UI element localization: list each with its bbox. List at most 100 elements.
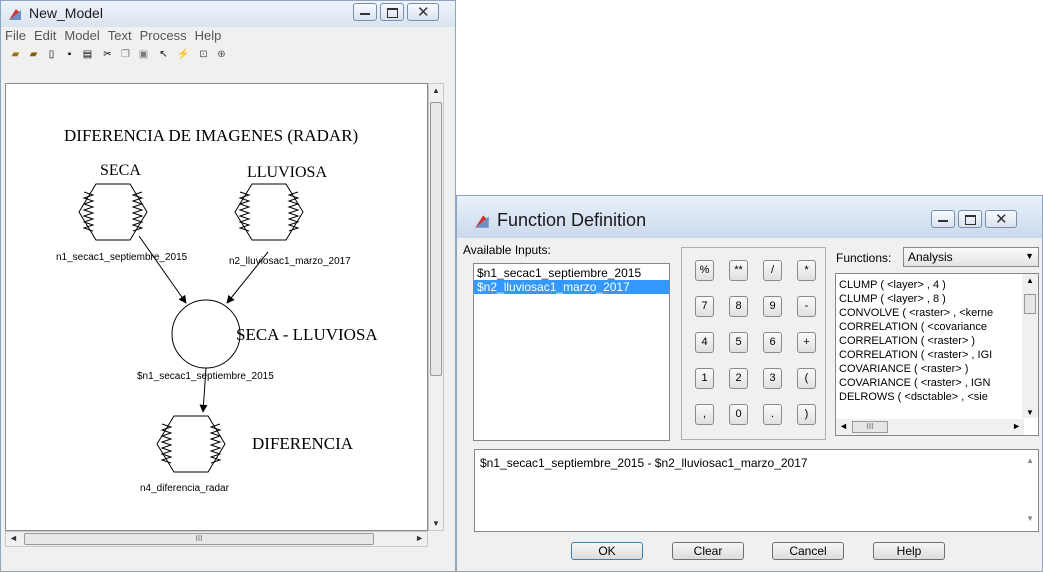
key-0[interactable]: 0: [729, 404, 748, 425]
functions-category-dropdown[interactable]: Analysis ▼: [903, 247, 1039, 267]
select-tool-icon[interactable]: ↖: [157, 48, 170, 61]
scroll-right-icon[interactable]: ►: [1012, 421, 1021, 431]
function-item[interactable]: CORRELATION ( <raster> , IGI: [836, 348, 1038, 362]
key-multiply[interactable]: *: [797, 260, 816, 281]
clear-button[interactable]: Clear: [672, 542, 744, 560]
scroll-right-icon[interactable]: ►: [415, 533, 424, 543]
function-item[interactable]: COVARIANCE ( <raster> ): [836, 362, 1038, 376]
scroll-down-icon[interactable]: ▼: [1026, 408, 1034, 417]
functions-vertical-scrollbar[interactable]: ▲ ▼: [1022, 274, 1038, 418]
function-item[interactable]: CONVOLVE ( <raster> , <kerne: [836, 306, 1038, 320]
function-item[interactable]: COVARIANCE ( <raster> , IGN: [836, 376, 1038, 390]
print-icon[interactable]: ▤: [81, 48, 94, 61]
close-icon: ✕: [417, 4, 430, 21]
hscroll-thumb[interactable]: III: [24, 533, 374, 545]
imagine-app-icon: [9, 9, 21, 20]
minimize-button[interactable]: [353, 3, 377, 21]
model-window: New_Model ✕ File Edit Model Text Process Help…: [0, 0, 456, 572]
key-3[interactable]: 3: [763, 368, 782, 389]
raster2-node: [234, 183, 304, 241]
calculator-panel: % ** / * 7 8 9 - 4 5 6 + 1 2 3 ( , 0 . ): [681, 247, 826, 440]
scroll-thumb[interactable]: [430, 102, 442, 376]
scroll-down-icon[interactable]: ▼: [432, 519, 440, 528]
function-item[interactable]: CLUMP ( <layer> , 8 ): [836, 292, 1038, 306]
key-open-paren[interactable]: (: [797, 368, 816, 389]
dialog-titlebar[interactable]: Function Definition ✕: [457, 196, 1042, 238]
model-titlebar[interactable]: New_Model ✕: [1, 1, 455, 27]
save-icon[interactable]: ▪: [63, 48, 76, 61]
ok-button[interactable]: OK: [571, 542, 643, 560]
function-title: SECA - LLUVIOSA: [236, 325, 378, 344]
run-icon[interactable]: ⚡: [177, 48, 190, 61]
key-minus[interactable]: -: [797, 296, 816, 317]
scroll-up-icon[interactable]: ▲: [432, 86, 440, 95]
model-horizontal-scrollbar[interactable]: ◄ III ►: [5, 531, 428, 547]
key-comma[interactable]: ,: [695, 404, 714, 425]
menu-text[interactable]: Text: [104, 27, 136, 45]
input-item-n1[interactable]: $n1_secac1_septiembre_2015: [474, 264, 669, 280]
output-node: [156, 415, 226, 473]
model-vertical-scrollbar[interactable]: ▲ ▼: [428, 83, 444, 531]
paste-icon[interactable]: ▣: [137, 48, 150, 61]
key-plus[interactable]: +: [797, 332, 816, 353]
open-icon[interactable]: ▰: [9, 48, 22, 61]
menu-help[interactable]: Help: [191, 27, 226, 45]
scroll-up-icon[interactable]: ▲: [1026, 276, 1034, 285]
key-divide[interactable]: /: [763, 260, 782, 281]
dialog-minimize-button[interactable]: [931, 210, 955, 228]
key-7[interactable]: 7: [695, 296, 714, 317]
copy-icon[interactable]: ❐: [119, 48, 132, 61]
key-power[interactable]: **: [729, 260, 748, 281]
menu-process[interactable]: Process: [136, 27, 191, 45]
input-item-n2[interactable]: $n2_lluviosac1_marzo_2017: [474, 280, 669, 294]
maximize-icon: [387, 8, 398, 18]
maximize-button[interactable]: [380, 3, 404, 21]
key-4[interactable]: 4: [695, 332, 714, 353]
key-6[interactable]: 6: [763, 332, 782, 353]
function-item[interactable]: CLUMP ( <layer> , 4 ): [836, 278, 1038, 292]
function-item[interactable]: CORRELATION ( <raster> ): [836, 334, 1038, 348]
key-2[interactable]: 2: [729, 368, 748, 389]
zoom-fit-icon[interactable]: ⊡: [197, 48, 210, 61]
functions-horizontal-scrollbar[interactable]: ◄ III ►: [836, 419, 1024, 435]
cut-icon[interactable]: ✂: [101, 48, 114, 61]
key-percent[interactable]: %: [695, 260, 714, 281]
close-button[interactable]: ✕: [407, 3, 439, 21]
hscroll-thumb[interactable]: III: [852, 421, 888, 433]
key-8[interactable]: 8: [729, 296, 748, 317]
expression-editor[interactable]: $n1_secac1_septiembre_2015 - $n2_lluvios…: [474, 449, 1039, 532]
model-window-title: New_Model: [29, 5, 103, 21]
available-inputs-list[interactable]: $n1_secac1_septiembre_2015 $n2_lluviosac…: [473, 263, 670, 441]
output-filename: n4_diferencia_radar: [140, 483, 229, 494]
function-item[interactable]: DELROWS ( <dsctable> , <sie: [836, 390, 1038, 404]
key-decimal[interactable]: .: [763, 404, 782, 425]
scroll-up-icon[interactable]: ▲: [1026, 456, 1034, 465]
cancel-button[interactable]: Cancel: [772, 542, 844, 560]
key-5[interactable]: 5: [729, 332, 748, 353]
function-node: [171, 299, 241, 369]
dialog-maximize-button[interactable]: [958, 210, 982, 228]
expression-text[interactable]: $n1_secac1_septiembre_2015 - $n2_lluvios…: [480, 456, 808, 470]
key-1[interactable]: 1: [695, 368, 714, 389]
menu-file[interactable]: File: [1, 27, 30, 45]
open-folder-icon[interactable]: ▰: [27, 48, 40, 61]
model-diagram-graphics: [78, 183, 304, 473]
functions-list[interactable]: CLUMP ( <layer> , 4 ) CLUMP ( <layer> , …: [835, 273, 1039, 436]
scroll-down-icon[interactable]: ▼: [1026, 514, 1034, 523]
menu-edit[interactable]: Edit: [30, 27, 60, 45]
scroll-left-icon[interactable]: ◄: [9, 533, 18, 543]
help-button[interactable]: Help: [873, 542, 945, 560]
maximize-icon: [965, 215, 976, 225]
key-9[interactable]: 9: [763, 296, 782, 317]
menu-model[interactable]: Model: [60, 27, 103, 45]
scroll-thumb[interactable]: [1024, 294, 1036, 314]
key-close-paren[interactable]: ): [797, 404, 816, 425]
hscroll-grip-icon: III: [866, 422, 874, 431]
new-icon[interactable]: ▯: [45, 48, 58, 61]
zoom-icon[interactable]: ⊕: [215, 48, 228, 61]
function-item[interactable]: CORRELATION ( <covariance: [836, 320, 1038, 334]
model-canvas[interactable]: DIFERENCIA DE IMAGENES (RADAR) SECA LLUV…: [5, 83, 428, 531]
scroll-left-icon[interactable]: ◄: [839, 421, 848, 431]
dialog-close-button[interactable]: ✕: [985, 210, 1017, 228]
imagine-app-icon: [475, 215, 489, 228]
